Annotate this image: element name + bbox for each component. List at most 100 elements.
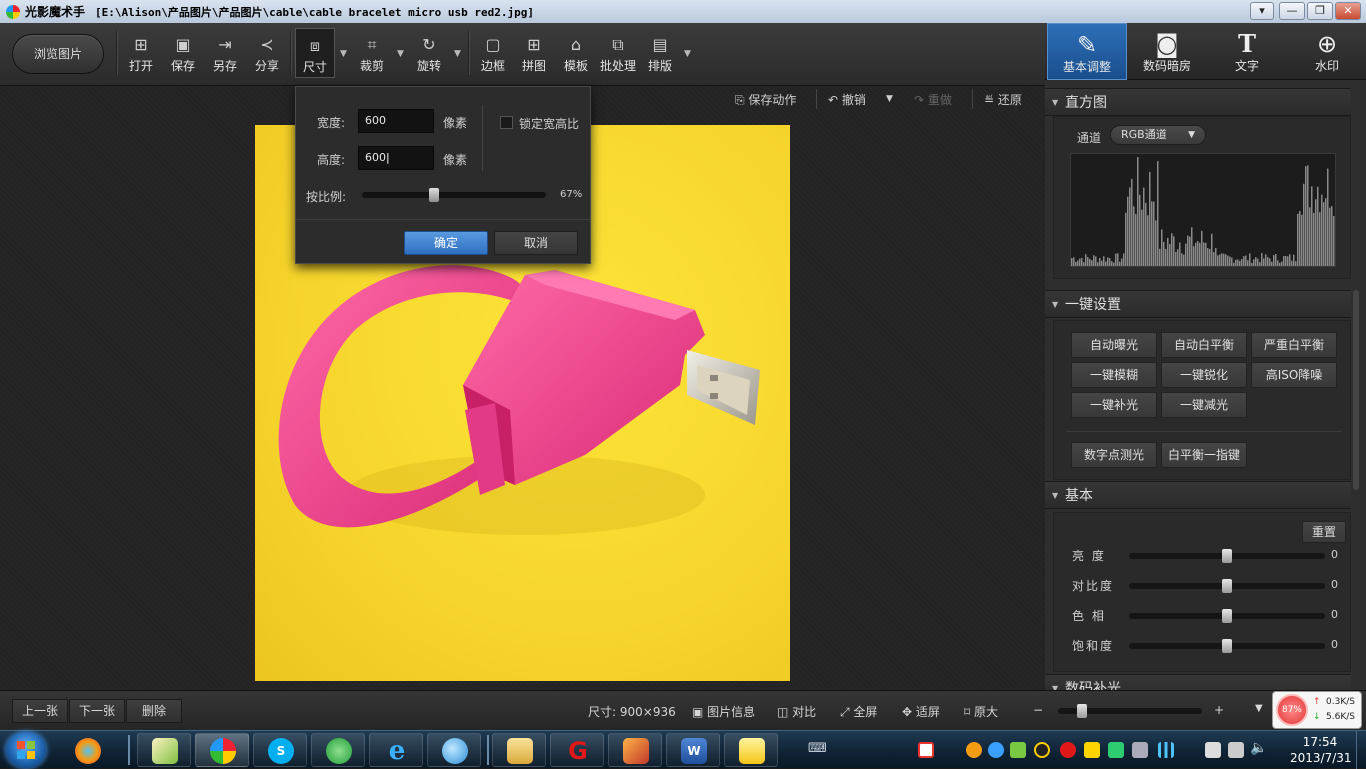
undo-button[interactable]: ↶ 撤销 — [828, 91, 866, 108]
one-click-sharpen-button[interactable]: 一键锐化 — [1161, 362, 1247, 388]
rotate-dropdown-icon[interactable]: ▼ — [454, 49, 461, 59]
menu-dropdown-button[interactable]: ▾ — [1250, 2, 1274, 20]
tray-red-icon[interactable] — [1060, 742, 1076, 758]
auto-exposure-button[interactable]: 自动曝光 — [1071, 332, 1157, 358]
contrast-slider-knob[interactable] — [1222, 579, 1232, 593]
start-button[interactable] — [6, 732, 46, 768]
scale-slider[interactable] — [362, 188, 546, 202]
close-button[interactable]: ✕ — [1335, 2, 1361, 20]
rotate-button[interactable]: ↻ 旋转 — [409, 35, 449, 74]
open-button[interactable]: ⊞ 打开 — [121, 35, 161, 74]
taskbar-app-notes[interactable] — [724, 733, 778, 767]
share-button[interactable]: ≺ 分享 — [247, 35, 287, 74]
tab-digital-darkroom[interactable]: ◙ 数码暗房 — [1127, 23, 1207, 80]
taskbar-app-media[interactable] — [60, 733, 114, 767]
brightness-slider-knob[interactable] — [1222, 549, 1232, 563]
saturation-slider[interactable] — [1129, 639, 1325, 653]
zoom-in-button[interactable]: + — [1214, 703, 1224, 717]
strong-white-balance-button[interactable]: 严重白平衡 — [1251, 332, 1337, 358]
collage-button[interactable]: ⊞ 拼图 — [514, 35, 554, 74]
maximize-button[interactable]: ❐ — [1307, 2, 1333, 20]
device-icon[interactable] — [1228, 742, 1244, 758]
histogram-section-header[interactable]: ▼ 直方图 — [1045, 88, 1351, 116]
layout-button[interactable]: ▤ 排版 — [640, 35, 680, 74]
tab-watermark[interactable]: ⊕ 水印 — [1287, 23, 1366, 80]
resize-dropdown-icon[interactable]: ▼ — [340, 49, 347, 59]
brightness-slider[interactable] — [1129, 549, 1325, 563]
taskbar-app-red[interactable]: G — [550, 733, 604, 767]
tray-blue-icon[interactable] — [988, 742, 1004, 758]
tray-green-icon[interactable] — [1010, 742, 1026, 758]
taskbar-app-skype[interactable]: S — [253, 733, 307, 767]
taskbar-app-browser-green[interactable] — [311, 733, 365, 767]
show-desktop-button[interactable] — [1356, 731, 1366, 769]
height-input[interactable]: 600| — [358, 146, 434, 170]
scale-slider-knob[interactable] — [429, 188, 439, 202]
contrast-slider[interactable] — [1129, 579, 1325, 593]
auto-white-balance-button[interactable]: 自动白平衡 — [1161, 332, 1247, 358]
one-click-blur-button[interactable]: 一键模糊 — [1071, 362, 1157, 388]
zoom-slider[interactable] — [1058, 704, 1202, 718]
compare-button[interactable]: ◫ 对比 — [777, 703, 816, 720]
qq-icon[interactable] — [1034, 742, 1050, 758]
tray-yellow-icon[interactable] — [1084, 742, 1100, 758]
saturation-slider-knob[interactable] — [1222, 639, 1232, 653]
redo-button[interactable]: ↷ 重做 — [914, 91, 952, 108]
crop-button[interactable]: ⌗ 裁剪 — [352, 35, 392, 74]
tray-network-icon[interactable] — [1132, 742, 1148, 758]
zoom-slider-knob[interactable] — [1077, 704, 1087, 718]
digital-fill-light-header[interactable]: ▼ 数码补光 — [1045, 674, 1351, 690]
bottom-menu-icon[interactable]: ▼ — [1255, 703, 1263, 714]
taskbar-app-box[interactable] — [608, 733, 662, 767]
reduce-light-button[interactable]: 一键减光 — [1161, 392, 1247, 418]
save-button[interactable]: ▣ 保存 — [163, 35, 203, 74]
white-balance-picker-button[interactable]: 白平衡一指键 — [1161, 442, 1247, 468]
basic-section-header[interactable]: ▼ 基本 — [1045, 481, 1351, 509]
layout-dropdown-icon[interactable]: ▼ — [684, 49, 691, 59]
tray-shield-icon[interactable] — [1108, 742, 1124, 758]
fill-light-button[interactable]: 一键补光 — [1071, 392, 1157, 418]
prev-image-button[interactable]: 上一张 — [12, 699, 68, 723]
tray-app-icon[interactable] — [918, 742, 934, 758]
taskbar-app-qq-bird[interactable] — [427, 733, 481, 767]
width-input[interactable]: 600 — [358, 109, 434, 133]
save-action-button[interactable]: ⎘ 保存动作 — [735, 91, 796, 108]
action-center-icon[interactable] — [1205, 742, 1221, 758]
resize-button[interactable]: ⧈ 尺寸 — [295, 28, 335, 78]
save-as-button[interactable]: ⇥ 另存 — [205, 35, 245, 74]
tray-orange-icon[interactable] — [966, 742, 982, 758]
high-iso-denoise-button[interactable]: 高ISO降噪 — [1251, 362, 1337, 388]
cancel-button[interactable]: 取消 — [494, 231, 578, 255]
quick-settings-header[interactable]: ▼ 一键设置 — [1045, 290, 1351, 318]
right-panel-scrollbar[interactable] — [1353, 290, 1359, 490]
image-info-button[interactable]: ▣ 图片信息 — [692, 703, 755, 720]
taskbar-app-photo-editor[interactable] — [195, 733, 249, 767]
border-button[interactable]: ▢ 边框 — [473, 35, 513, 74]
browse-images-button[interactable]: 浏览图片 — [12, 34, 104, 74]
taskbar-app-word[interactable]: W — [666, 733, 720, 767]
batch-button[interactable]: ⧉ 批处理 — [597, 35, 639, 74]
restore-button[interactable]: ≝ 还原 — [984, 91, 1022, 108]
channel-select[interactable]: RGB通道 ▼ — [1110, 125, 1206, 145]
hue-slider[interactable] — [1129, 609, 1325, 623]
tab-text[interactable]: T 文字 — [1207, 23, 1287, 80]
ok-button[interactable]: 确定 — [404, 231, 488, 255]
actual-size-button[interactable]: ⌑ 原大 — [964, 703, 998, 720]
reset-button[interactable]: 重置 — [1302, 521, 1346, 543]
fit-screen-button[interactable]: ✥ 适屏 — [902, 703, 940, 720]
taskbar-app-explorer[interactable] — [492, 733, 546, 767]
next-image-button[interactable]: 下一张 — [69, 699, 125, 723]
taskbar-app-ie[interactable]: e — [369, 733, 423, 767]
delete-button[interactable]: 删除 — [126, 699, 182, 723]
spot-metering-button[interactable]: 数字点测光 — [1071, 442, 1157, 468]
fullscreen-button[interactable]: ⤢ 全屏 — [840, 703, 877, 720]
keyboard-icon[interactable]: ⌨ — [808, 741, 827, 756]
template-button[interactable]: ⌂ 模板 — [556, 35, 596, 74]
clock[interactable]: 17:54 2013/7/31 — [1290, 734, 1352, 766]
minimize-button[interactable]: — — [1279, 2, 1305, 20]
tray-bars-icon[interactable] — [1158, 742, 1174, 758]
taskbar-app-paint[interactable] — [137, 733, 191, 767]
zoom-out-button[interactable]: − — [1033, 703, 1043, 717]
network-meter[interactable]: 87% ↑ 0.3K/S ↓ 5.6K/S — [1272, 691, 1362, 729]
volume-icon[interactable]: 🔈 — [1250, 740, 1267, 756]
